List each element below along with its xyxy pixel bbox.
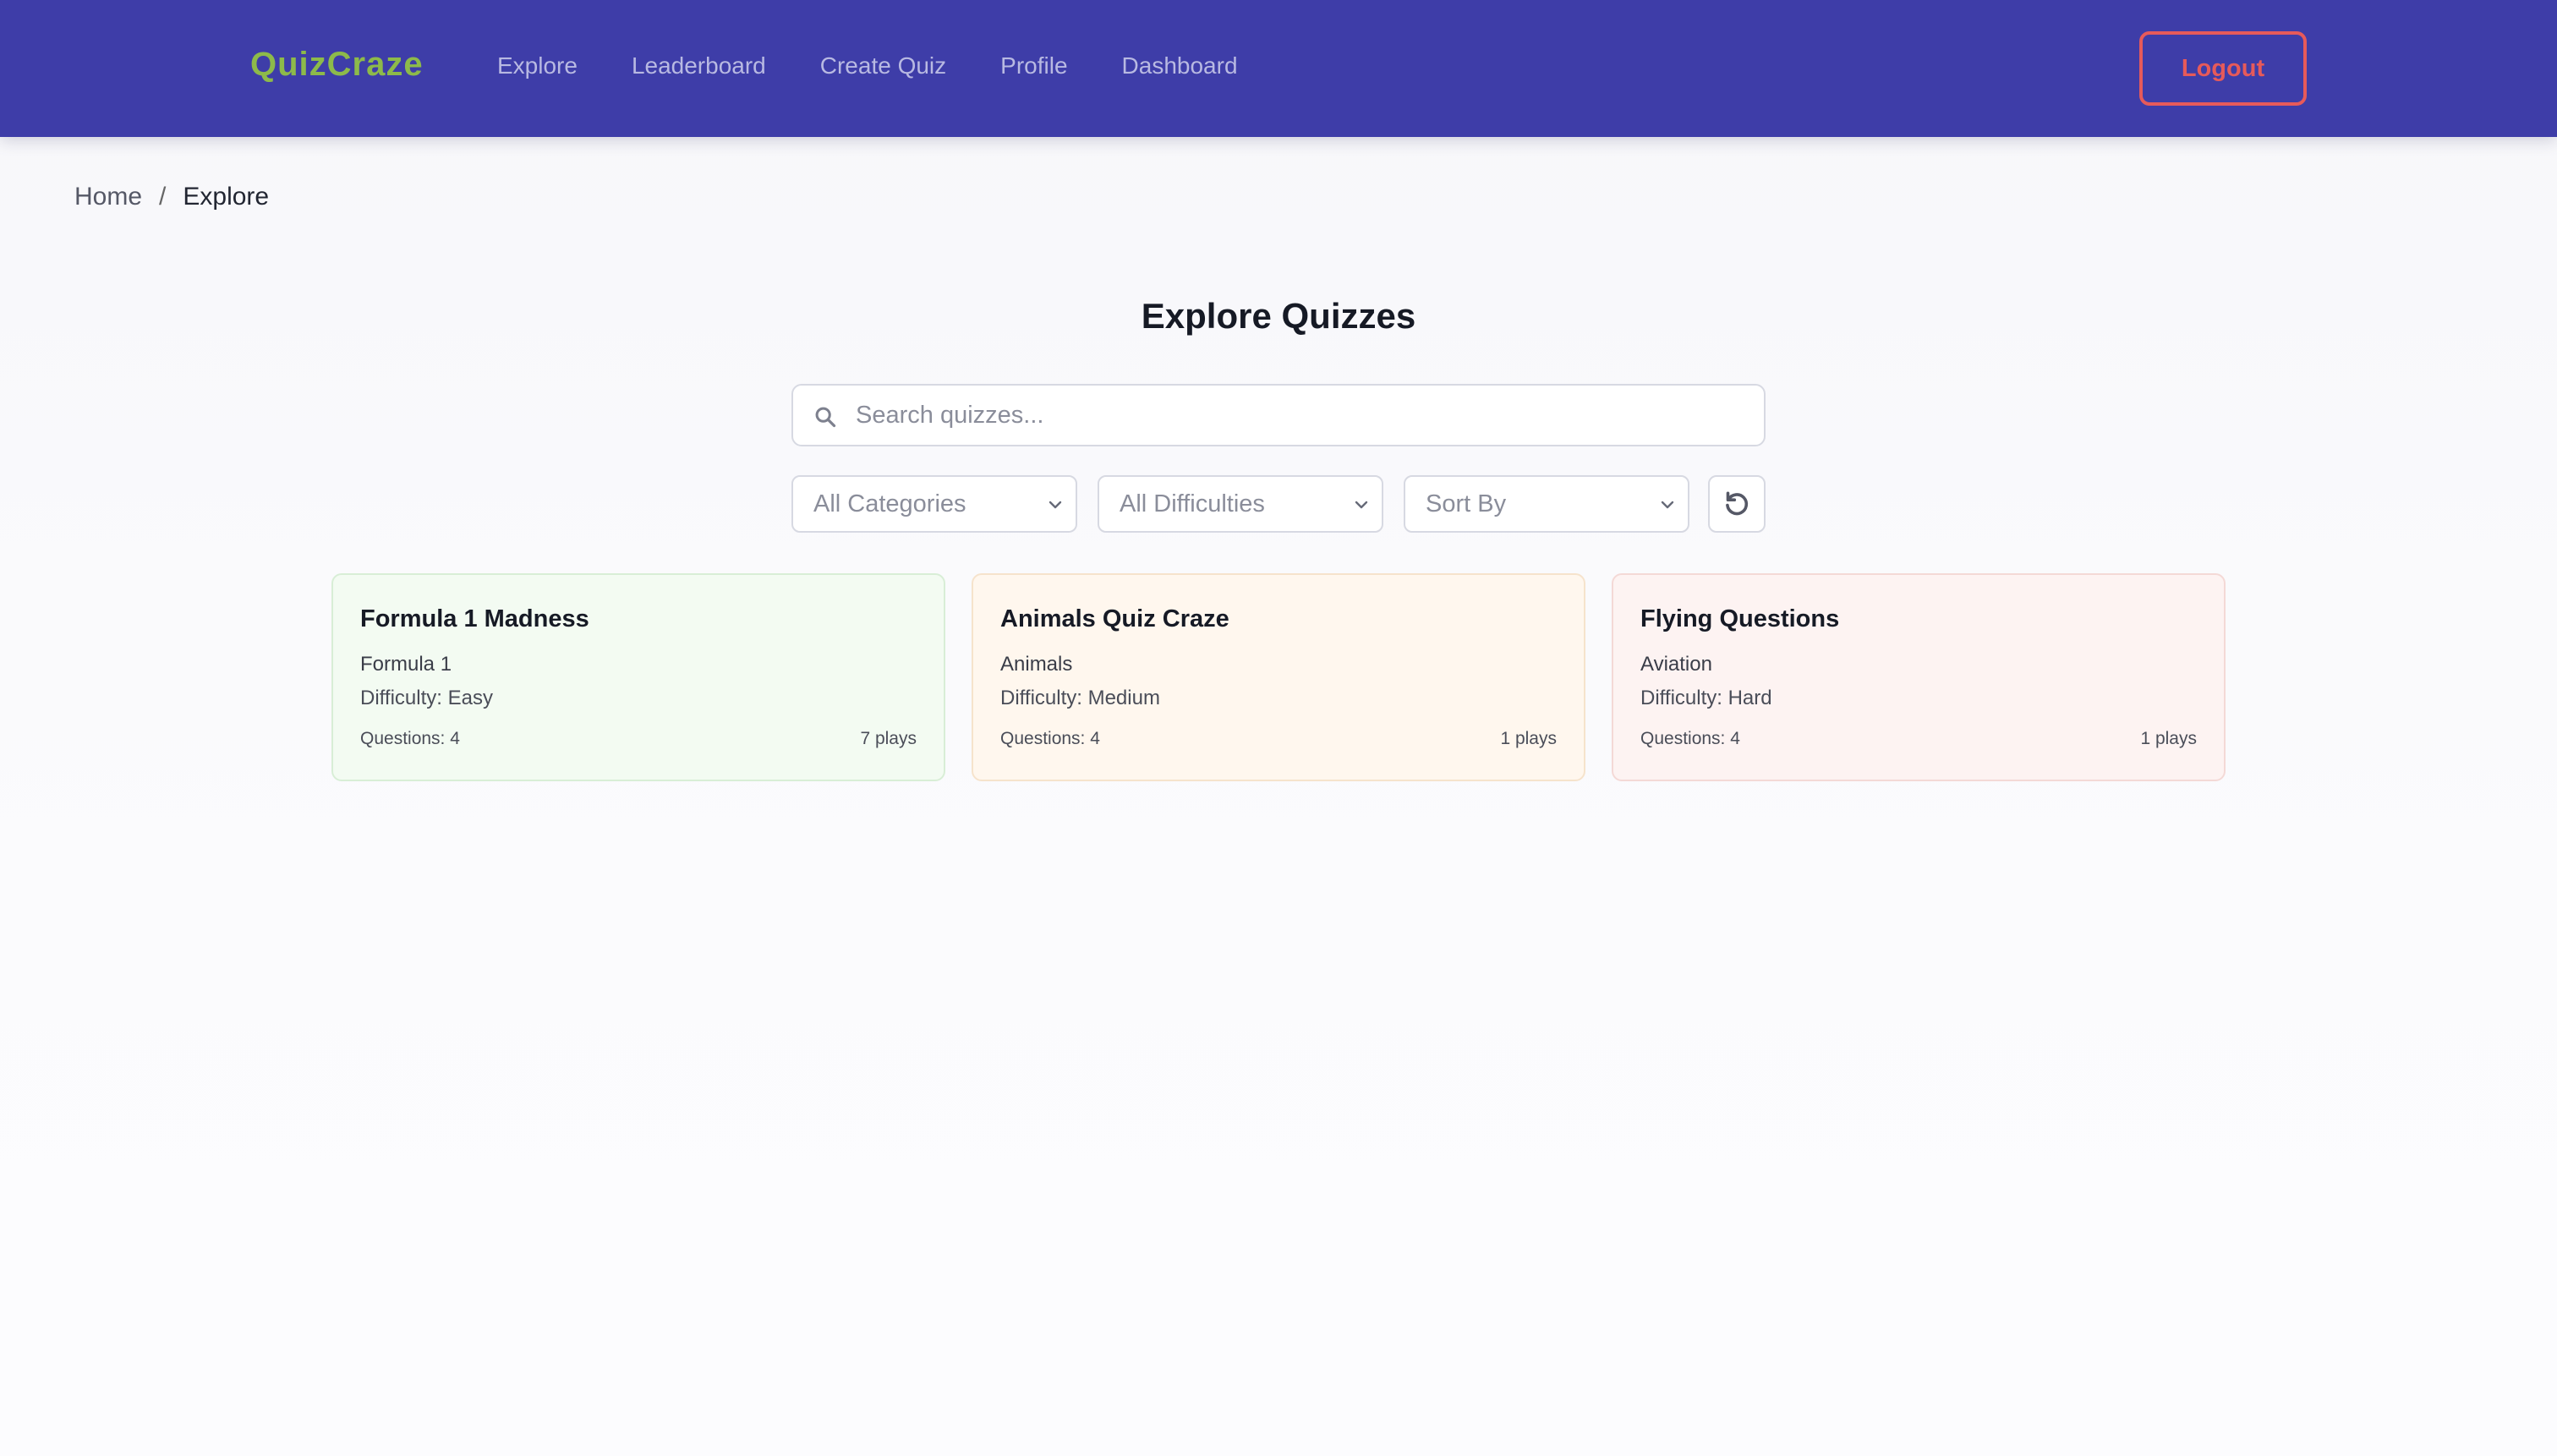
nav-link-create-quiz[interactable]: Create Quiz <box>820 52 946 79</box>
breadcrumb-current: Explore <box>183 183 270 211</box>
breadcrumb-separator: / <box>159 183 167 211</box>
search-input[interactable] <box>856 386 1752 445</box>
quiz-card-title: Animals Quiz Craze <box>1000 605 1229 632</box>
quiz-card-plays: 1 plays <box>2140 729 2197 748</box>
quiz-card-category: Aviation <box>1640 653 1712 676</box>
quiz-card-category: Animals <box>1000 653 1073 676</box>
chevron-down-icon <box>1661 501 1674 509</box>
quiz-card-difficulty: Difficulty: Hard <box>1640 687 1772 709</box>
quiz-card-title: Flying Questions <box>1640 605 1840 632</box>
nav-link-dashboard[interactable]: Dashboard <box>1122 52 1238 79</box>
logout-button[interactable]: Logout <box>2139 31 2307 106</box>
quiz-card-category: Formula 1 <box>360 653 452 676</box>
chevron-down-icon <box>1049 501 1062 509</box>
reset-icon <box>1726 491 1749 516</box>
sort-select-value: Sort By <box>1426 490 1507 517</box>
brand-logo[interactable]: QuizCraze <box>250 46 424 84</box>
quiz-card-plays: 7 plays <box>860 729 917 748</box>
search-box <box>791 384 1766 446</box>
quiz-card-plays: 1 plays <box>1500 729 1557 748</box>
quiz-card-title: Formula 1 Madness <box>360 605 589 632</box>
quiz-card-difficulty: Difficulty: Easy <box>360 687 493 709</box>
reset-filters-button[interactable] <box>1708 475 1766 533</box>
quiz-card-animals[interactable]: Animals Quiz Craze Animals Difficulty: M… <box>972 573 1585 781</box>
quiz-card-questions: Questions: 4 <box>1000 729 1100 748</box>
category-select[interactable]: All Categories <box>791 475 1077 533</box>
search-icon <box>815 407 836 428</box>
nav-link-profile[interactable]: Profile <box>1000 52 1067 79</box>
difficulty-select[interactable]: All Difficulties <box>1098 475 1383 533</box>
nav-link-leaderboard[interactable]: Leaderboard <box>632 52 766 79</box>
top-navbar: QuizCraze Explore Leaderboard Create Qui… <box>0 0 2557 137</box>
nav-link-explore[interactable]: Explore <box>497 52 578 79</box>
quiz-card-questions: Questions: 4 <box>1640 729 1740 748</box>
sort-select[interactable]: Sort By <box>1404 475 1689 533</box>
quiz-card-difficulty: Difficulty: Medium <box>1000 687 1160 709</box>
quiz-card-questions: Questions: 4 <box>360 729 460 748</box>
quiz-card-aviation[interactable]: Flying Questions Aviation Difficulty: Ha… <box>1612 573 2226 781</box>
nav-links: Explore Leaderboard Create Quiz Profile … <box>497 52 1292 79</box>
category-select-value: All Categories <box>813 490 966 517</box>
chevron-down-icon <box>1355 501 1368 509</box>
breadcrumb-home[interactable]: Home <box>74 183 142 211</box>
page-title: Explore Quizzes <box>1141 296 1416 336</box>
breadcrumb: Home / Explore <box>74 183 269 211</box>
difficulty-select-value: All Difficulties <box>1120 490 1265 517</box>
quiz-card-formula-1[interactable]: Formula 1 Madness Formula 1 Difficulty: … <box>331 573 945 781</box>
